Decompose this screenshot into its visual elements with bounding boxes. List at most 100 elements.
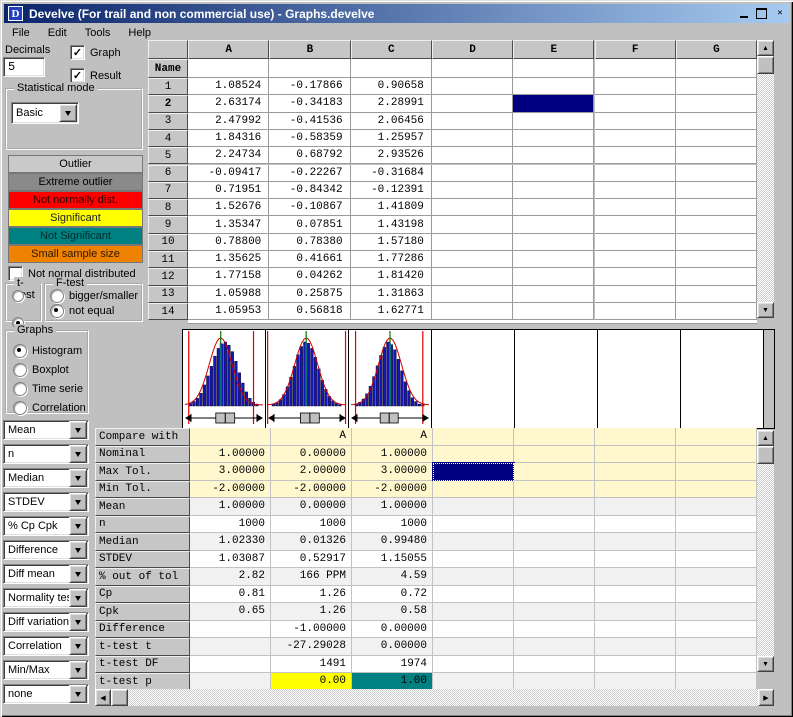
- result-cell[interactable]: [676, 656, 757, 674]
- dropdown-none[interactable]: none: [3, 684, 89, 704]
- result-cell[interactable]: 0.81: [190, 586, 271, 604]
- grid-cell-E8[interactable]: [513, 199, 594, 216]
- result-cell[interactable]: -2.00000: [271, 481, 352, 499]
- result-cell[interactable]: [676, 673, 757, 691]
- result-cell[interactable]: 1000: [352, 516, 433, 534]
- result-cell[interactable]: 1.15055: [352, 551, 433, 569]
- result-cell[interactable]: [595, 568, 676, 586]
- results-vertical-scrollbar[interactable]: [757, 446, 774, 656]
- combo-arrow-button[interactable]: [69, 685, 87, 703]
- result-cell[interactable]: [595, 428, 676, 446]
- close-button[interactable]: ✕: [772, 6, 788, 20]
- grid-cell-C1[interactable]: 0.90658: [351, 78, 432, 95]
- result-cell[interactable]: [514, 673, 595, 691]
- result-cell[interactable]: 0.58: [352, 603, 433, 621]
- grid-cell-A6[interactable]: -0.09417: [188, 165, 269, 182]
- result-cell[interactable]: 0.01326: [271, 533, 352, 551]
- grid-cell-G5[interactable]: [676, 147, 757, 164]
- grid-cell-F14[interactable]: [595, 303, 676, 320]
- column-header-G[interactable]: G: [676, 40, 757, 59]
- histogram-cell-empty[interactable]: [681, 330, 764, 428]
- grid-cell-E1[interactable]: [513, 78, 594, 95]
- grid-cell-E13[interactable]: [513, 286, 594, 303]
- grid-cell-C8[interactable]: 1.41809: [351, 199, 432, 216]
- result-row-label-t-test-p[interactable]: t-test p: [95, 673, 190, 691]
- result-cell[interactable]: 1.03087: [190, 551, 271, 569]
- result-cell[interactable]: [514, 498, 595, 516]
- combo-arrow-button[interactable]: [69, 541, 87, 559]
- result-row-label-mean[interactable]: Mean: [95, 498, 190, 516]
- result-cell[interactable]: 1.00000: [190, 446, 271, 464]
- column-header-C[interactable]: C: [351, 40, 432, 59]
- result-cell[interactable]: [433, 673, 514, 691]
- grid-cell-F12[interactable]: [595, 268, 676, 285]
- grid-cell-E11[interactable]: [513, 251, 594, 268]
- grid-cell-B3[interactable]: -0.41536: [269, 113, 350, 130]
- row-header-2[interactable]: 2: [148, 95, 188, 112]
- result-cell[interactable]: [433, 586, 514, 604]
- grid-cell-G8[interactable]: [676, 199, 757, 216]
- grid-cell-E3[interactable]: [513, 113, 594, 130]
- dropdown-diff-mean[interactable]: Diff mean: [3, 564, 89, 584]
- histogram-cell-empty[interactable]: [432, 330, 515, 428]
- grid-cell-B7[interactable]: -0.84342: [269, 182, 350, 199]
- grid-cell-G10[interactable]: [676, 234, 757, 251]
- result-cell[interactable]: [514, 551, 595, 569]
- grid-cell-F1[interactable]: [595, 78, 676, 95]
- dropdown-n[interactable]: n: [3, 444, 89, 464]
- results-horizontal-scrollbar[interactable]: [111, 689, 758, 706]
- result-cell[interactable]: [676, 516, 757, 534]
- grid-cell-D4[interactable]: [432, 130, 513, 147]
- menu-item-tools[interactable]: Tools: [77, 25, 119, 41]
- dropdown-stdev[interactable]: STDEV: [3, 492, 89, 512]
- result-row-label-compare-with[interactable]: Compare with: [95, 428, 190, 446]
- grid-cell-D12[interactable]: [432, 268, 513, 285]
- grid-vertical-scrollbar-down-button[interactable]: ▼: [757, 302, 774, 318]
- dropdown-difference[interactable]: Difference: [3, 540, 89, 560]
- grid-cell-D5[interactable]: [432, 147, 513, 164]
- grid-cell-C13[interactable]: 1.31863: [351, 286, 432, 303]
- minimize-button[interactable]: [736, 6, 752, 20]
- grid-cell-B10[interactable]: 0.78380: [269, 234, 350, 251]
- result-cell[interactable]: [676, 638, 757, 656]
- grid-cell-F7[interactable]: [595, 182, 676, 199]
- result-row-label-cp[interactable]: Cp: [95, 586, 190, 604]
- result-cell[interactable]: 4.59: [352, 568, 433, 586]
- result-cell[interactable]: -27.29028: [271, 638, 352, 656]
- result-cell[interactable]: 1.26: [271, 586, 352, 604]
- result-cell[interactable]: 0.00000: [271, 498, 352, 516]
- menu-item-edit[interactable]: Edit: [40, 25, 75, 41]
- grid-cell-A9[interactable]: 1.35347: [188, 216, 269, 233]
- result-cell[interactable]: [190, 621, 271, 639]
- row-header-7[interactable]: 7: [148, 182, 188, 199]
- result-row-label-stdev[interactable]: STDEV: [95, 551, 190, 569]
- grid-cell-F4[interactable]: [595, 130, 676, 147]
- result-cell[interactable]: [433, 463, 514, 481]
- f-test-not-equal-radio[interactable]: not equal: [50, 304, 114, 318]
- grid-cell-C10[interactable]: 1.57180: [351, 234, 432, 251]
- grid-cell-F13[interactable]: [595, 286, 676, 303]
- grid-cell-E14[interactable]: [513, 303, 594, 320]
- result-cell[interactable]: [595, 586, 676, 604]
- result-row-label-t-test-df[interactable]: t-test DF: [95, 656, 190, 674]
- dropdown-median[interactable]: Median: [3, 468, 89, 488]
- result-row-label-n[interactable]: n: [95, 516, 190, 534]
- result-cell[interactable]: 0.00000: [271, 446, 352, 464]
- result-cell[interactable]: [190, 638, 271, 656]
- column-header-A[interactable]: A: [188, 40, 269, 59]
- result-cell[interactable]: 1.00000: [190, 498, 271, 516]
- result-cell[interactable]: [676, 498, 757, 516]
- combo-arrow-button[interactable]: [69, 589, 87, 607]
- result-cell[interactable]: 1.00000: [352, 446, 433, 464]
- combo-arrow-button[interactable]: [69, 421, 87, 439]
- grid-cell-C5[interactable]: 2.93526: [351, 147, 432, 164]
- results-vertical-scrollbar-up-button[interactable]: ▲: [757, 430, 774, 446]
- column-header-B[interactable]: B: [269, 40, 350, 59]
- histogram-cell-empty[interactable]: [515, 330, 598, 428]
- row-header-3[interactable]: 3: [148, 113, 188, 130]
- result-cell[interactable]: [676, 446, 757, 464]
- name-cell-G[interactable]: [676, 59, 757, 78]
- result-cell[interactable]: [514, 428, 595, 446]
- result-cell[interactable]: [676, 568, 757, 586]
- combo-arrow-button[interactable]: [69, 565, 87, 583]
